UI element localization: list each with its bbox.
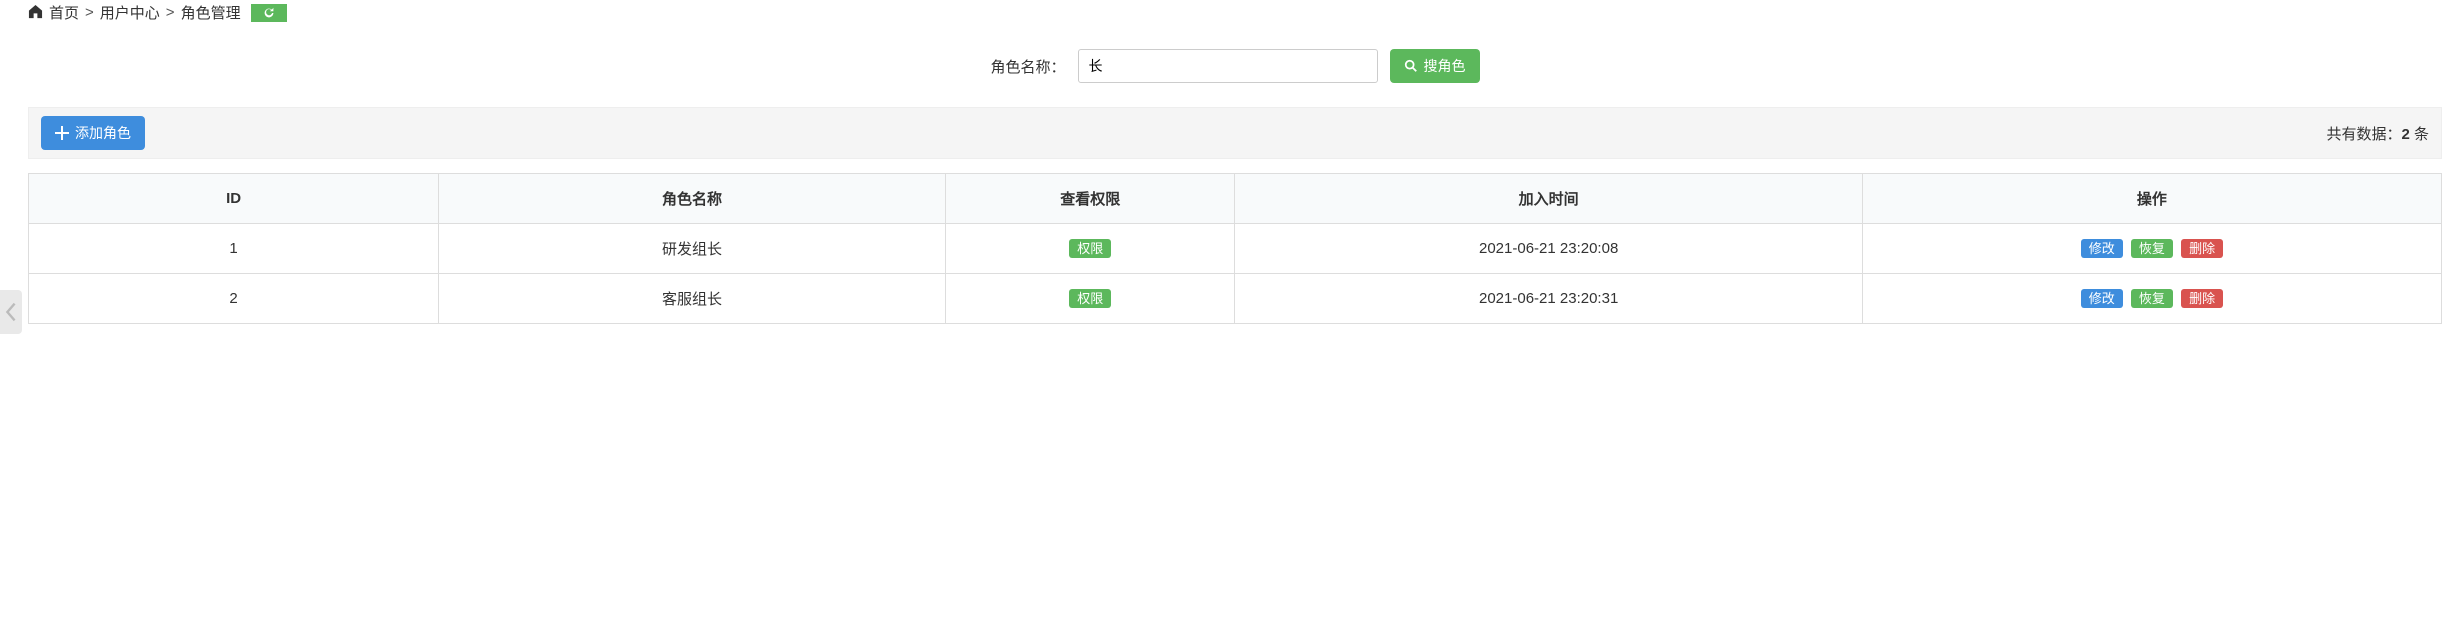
col-time: 加入时间 — [1235, 174, 1862, 224]
refresh-button[interactable] — [251, 4, 287, 22]
delete-button[interactable]: 删除 — [2181, 239, 2223, 258]
col-ops: 操作 — [1862, 174, 2441, 224]
cell-id: 1 — [29, 224, 439, 274]
breadcrumb-home[interactable]: 首页 — [49, 2, 79, 23]
cell-time: 2021-06-21 23:20:08 — [1235, 224, 1862, 274]
toolbar: 添加角色 共有数据：2 条 — [28, 107, 2442, 159]
breadcrumb: 首页 > 用户中心 > 角色管理 — [28, 0, 2442, 35]
cell-ops: 修改 恢复 删除 — [1862, 274, 2441, 324]
add-role-label: 添加角色 — [75, 123, 131, 143]
col-id: ID — [29, 174, 439, 224]
add-role-button[interactable]: 添加角色 — [41, 116, 145, 150]
search-label: 角色名称： — [990, 56, 1065, 77]
breadcrumb-role-mgmt[interactable]: 角色管理 — [181, 2, 241, 23]
cell-perm: 权限 — [945, 224, 1235, 274]
home-icon — [28, 4, 43, 21]
role-table: ID 角色名称 查看权限 加入时间 操作 1 研发组长 权限 2021-06-2… — [28, 173, 2442, 324]
table-header-row: ID 角色名称 查看权限 加入时间 操作 — [29, 174, 2442, 224]
search-icon — [1404, 59, 1418, 73]
col-name: 角色名称 — [439, 174, 946, 224]
total-prefix: 共有数据： — [2326, 126, 2401, 143]
breadcrumb-sep: > — [166, 4, 175, 21]
chevron-left-icon — [5, 302, 17, 322]
cell-id: 2 — [29, 274, 439, 324]
total-count: 2 — [2401, 126, 2409, 143]
breadcrumb-sep: > — [85, 4, 94, 21]
cell-time: 2021-06-21 23:20:31 — [1235, 274, 1862, 324]
refresh-icon — [262, 6, 276, 20]
edit-button[interactable]: 修改 — [2081, 239, 2123, 258]
search-bar: 角色名称： 搜角色 — [28, 35, 2442, 107]
cell-perm: 权限 — [945, 274, 1235, 324]
permission-badge[interactable]: 权限 — [1069, 289, 1111, 308]
cell-ops: 修改 恢复 删除 — [1862, 224, 2441, 274]
role-name-input[interactable] — [1078, 49, 1378, 83]
restore-button[interactable]: 恢复 — [2131, 239, 2173, 258]
col-perm: 查看权限 — [945, 174, 1235, 224]
cell-name: 研发组长 — [439, 224, 946, 274]
plus-icon — [55, 126, 69, 140]
search-button[interactable]: 搜角色 — [1390, 49, 1480, 83]
table-row: 1 研发组长 权限 2021-06-21 23:20:08 修改 恢复 删除 — [29, 224, 2442, 274]
breadcrumb-user-center[interactable]: 用户中心 — [100, 2, 160, 23]
restore-button[interactable]: 恢复 — [2131, 289, 2173, 308]
total-count-text: 共有数据：2 条 — [2326, 123, 2429, 144]
edit-button[interactable]: 修改 — [2081, 289, 2123, 308]
total-suffix: 条 — [2410, 126, 2429, 143]
delete-button[interactable]: 删除 — [2181, 289, 2223, 308]
table-row: 2 客服组长 权限 2021-06-21 23:20:31 修改 恢复 删除 — [29, 274, 2442, 324]
sidebar-collapse-handle[interactable] — [0, 290, 22, 334]
cell-name: 客服组长 — [439, 274, 946, 324]
permission-badge[interactable]: 权限 — [1069, 239, 1111, 258]
search-button-label: 搜角色 — [1424, 56, 1466, 76]
